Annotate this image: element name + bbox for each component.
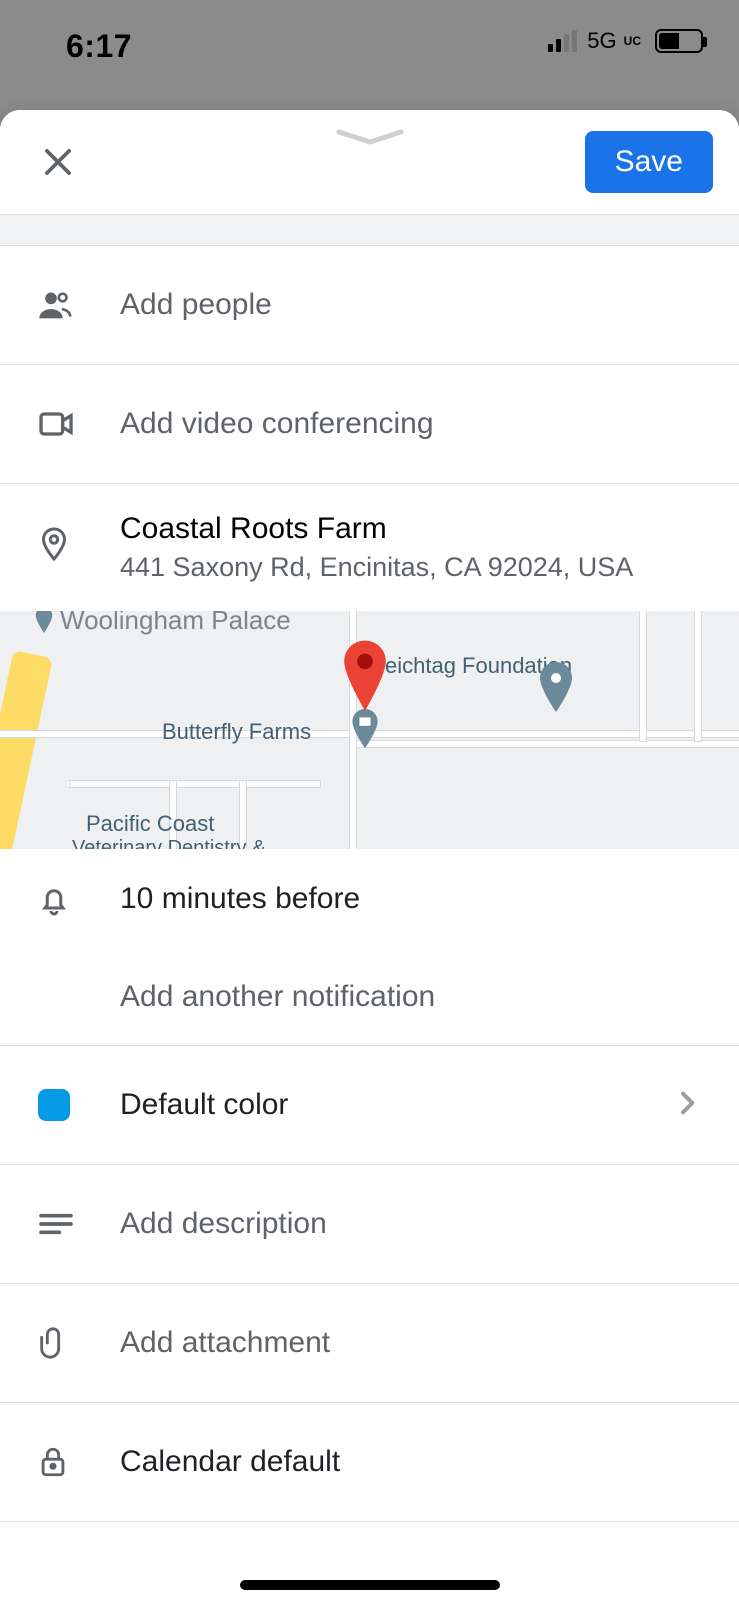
location-name: Coastal Roots Farm [120,512,703,546]
add-attachment-label: Add attachment [120,1326,703,1360]
home-indicator [240,1580,500,1590]
add-people-row[interactable]: Add people [0,246,739,364]
network-sublabel: UC [624,37,641,46]
add-video-row[interactable]: Add video conferencing [0,365,739,483]
signal-icon [548,30,577,52]
battery-icon [655,29,703,53]
add-description-label: Add description [120,1207,703,1241]
map-label: Veterinary Dentistry & [72,837,265,849]
separator [0,1521,739,1522]
add-notification-row[interactable]: Add another notification [0,949,739,1045]
map-label: Pacific Coast [86,811,214,837]
location-address: 441 Saxony Rd, Encinitas, CA 92024, USA [120,552,703,583]
map-poi-pin-icon [33,611,55,640]
chevron-right-icon [671,1087,703,1124]
video-icon [36,404,120,444]
event-editor-sheet: Save Add people Add video conferencing [0,110,739,1600]
map-preview[interactable]: Woolingham Palace Butterfly Farms eichta… [0,611,739,849]
separator [0,214,739,246]
map-label: Butterfly Farms [162,719,311,745]
add-video-label: Add video conferencing [120,407,703,441]
drag-handle-chevron-icon[interactable] [335,128,405,148]
map-label: Woolingham Palace [60,611,291,636]
add-notification-label: Add another notification [120,980,703,1014]
color-label: Default color [120,1088,671,1122]
bell-icon [36,881,120,917]
close-button[interactable] [34,138,82,186]
map-selected-pin-icon [339,640,391,719]
notification-label: 10 minutes before [120,882,703,916]
color-row[interactable]: Default color [0,1046,739,1164]
add-attachment-row[interactable]: Add attachment [0,1284,739,1402]
network-label: 5G [587,28,616,54]
sheet-content: Add people Add video conferencing Coasta… [0,214,739,1600]
status-bar: 6:17 5G UC [0,0,739,110]
visibility-label: Calendar default [120,1445,703,1479]
add-description-row[interactable]: Add description [0,1165,739,1283]
add-people-label: Add people [120,288,703,322]
sheet-header: Save [0,110,739,214]
location-pin-icon [36,512,120,562]
status-time: 6:17 [66,28,132,65]
paperclip-icon [36,1326,120,1360]
color-swatch-icon [36,1089,120,1121]
map-poi-pin-icon [536,662,576,719]
description-icon [36,1204,120,1244]
location-row[interactable]: Coastal Roots Farm 441 Saxony Rd, Encini… [0,484,739,611]
visibility-row[interactable]: Calendar default [0,1403,739,1521]
notification-row[interactable]: 10 minutes before [0,849,739,949]
status-indicators: 5G UC [548,28,703,54]
lock-icon [36,1445,120,1479]
people-icon [36,285,120,325]
save-button[interactable]: Save [585,131,713,193]
